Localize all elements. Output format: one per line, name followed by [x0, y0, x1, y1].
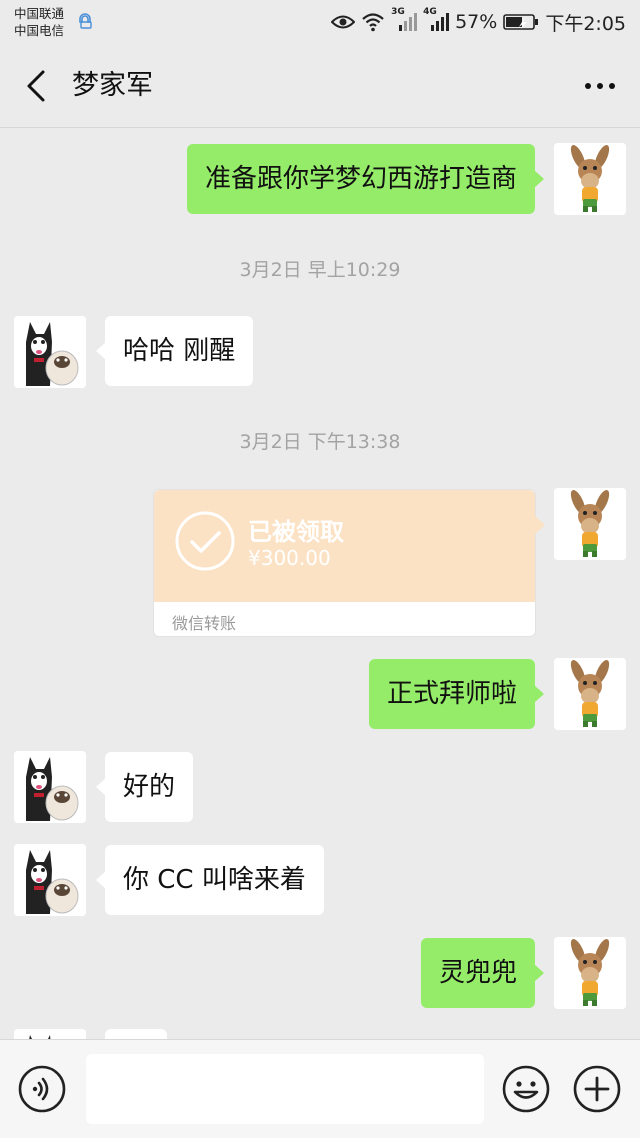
battery-percent: 57% [455, 11, 498, 33]
received-message[interactable]: 你 CC 叫啥来着 [96, 845, 324, 915]
status-indicators: 3G 4G 57% 下午2:05 [331, 7, 626, 36]
my-avatar[interactable] [554, 937, 626, 1009]
received-message[interactable]: 好的 [95, 752, 194, 822]
contact-avatar[interactable] [14, 844, 86, 916]
contact-avatar[interactable] [14, 316, 86, 388]
received-message[interactable]: 哈哈 刚醒 [95, 316, 254, 386]
signal-3g: 3G [391, 7, 418, 33]
my-avatar[interactable] [554, 658, 626, 730]
message-timestamp: 3月2日 下午13:38 [239, 431, 401, 453]
transfer-amount: ¥300.00 [248, 546, 331, 570]
clock: 下午2:05 [545, 12, 626, 35]
emoji-icon[interactable] [502, 1065, 550, 1113]
carrier-info: 中国联通 中国电信 [14, 5, 64, 39]
message-list[interactable]: 准备跟你学梦幻西游打造商 3月2日 早上10:29 哈哈 刚醒 3月2日 下午1… [0, 129, 640, 1039]
battery-icon [503, 14, 539, 30]
eye-icon [331, 15, 356, 29]
my-avatar[interactable] [554, 143, 626, 215]
carrier-name: 中国电信 [14, 23, 65, 38]
sent-message[interactable]: 正式拜师啦 [368, 659, 545, 729]
plus-icon[interactable] [573, 1065, 621, 1113]
signal-icon [399, 13, 418, 31]
more-options-icon[interactable] [578, 66, 622, 106]
check-circle-icon [175, 511, 235, 571]
transfer-source-label: 微信转账 [172, 614, 237, 633]
transfer-card-body: 已被领取 ¥300.00 [154, 490, 545, 602]
hd-call-icon [79, 13, 92, 29]
carrier-name: 中国联通 [14, 6, 65, 21]
message-timestamp: 3月2日 早上10:29 [239, 259, 401, 281]
voice-icon[interactable] [18, 1065, 66, 1113]
signal-4g: 4G [423, 7, 450, 33]
my-avatar[interactable] [554, 488, 626, 560]
chat-title: 梦家军 [72, 70, 153, 101]
transfer-status: 已被领取 [248, 518, 344, 546]
chat-header: 梦家军 [0, 44, 640, 128]
sent-message[interactable]: 灵兜兜 [420, 938, 545, 1008]
contact-avatar[interactable] [14, 751, 86, 823]
received-message-partial[interactable] [105, 1029, 167, 1039]
back-arrow-icon[interactable] [18, 66, 58, 106]
contact-avatar[interactable] [14, 1029, 86, 1039]
input-bar [0, 1039, 640, 1138]
status-bar: 中国联通 中国电信 3G 4G 57% 下午2:05 [0, 0, 640, 44]
wifi-icon [362, 13, 384, 32]
transfer-card[interactable]: 已被领取 ¥300.00 微信转账 [153, 489, 545, 637]
sent-message[interactable]: 准备跟你学梦幻西游打造商 [186, 144, 545, 214]
message-input[interactable] [86, 1054, 484, 1124]
signal-icon [431, 13, 450, 31]
